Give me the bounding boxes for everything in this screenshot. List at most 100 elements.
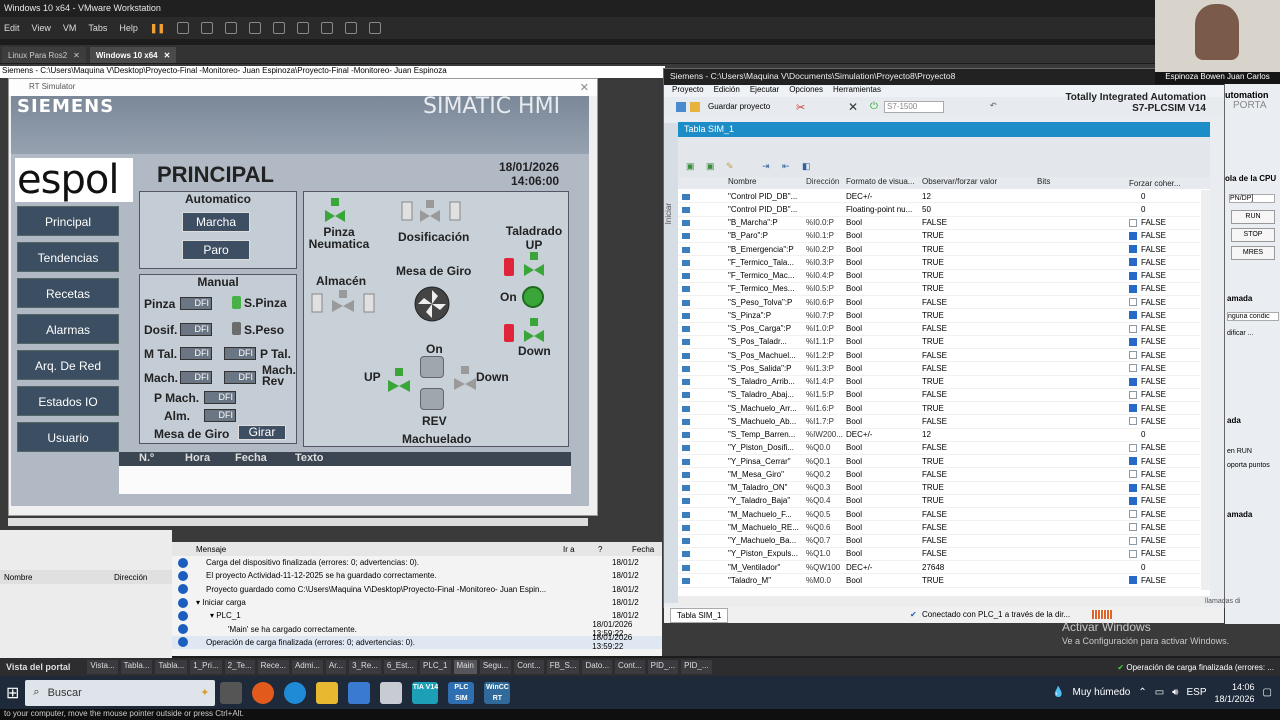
table-row[interactable]: "B_Marcha":P %I0.0:P Bool FALSE FALSE (678, 217, 1200, 230)
new-icon[interactable] (676, 102, 686, 112)
insert-icon[interactable]: ▣ (706, 161, 715, 172)
edge-icon[interactable] (284, 681, 307, 704)
message-row[interactable]: Carga del dispositivo finalizada (errore… (172, 556, 662, 569)
table-row[interactable]: "S_Pos_Taladr... %I1.1:P Bool TRUE FALSE (678, 336, 1200, 349)
table-row[interactable]: "M_Machuelo_RE... %Q0.6 Bool FALSE FALSE (678, 521, 1200, 535)
table-row[interactable]: "S_Temp_Barren... %IW200... DEC+/- 12 0 (678, 429, 1200, 442)
bit-checkbox[interactable] (1129, 311, 1137, 320)
save-project-button[interactable]: Guardar proyecto (708, 102, 770, 111)
col-direccion[interactable]: Dirección (806, 177, 846, 189)
bit-checkbox[interactable] (1129, 245, 1137, 254)
col-formato[interactable]: Formato de visua... (846, 177, 922, 189)
editor-tab[interactable]: FB_S... (546, 660, 580, 674)
store-icon[interactable] (348, 681, 371, 704)
network-icon[interactable]: ▭ (1155, 687, 1164, 698)
bit-checkbox[interactable] (1129, 523, 1137, 532)
table-row[interactable]: "Taladro_M" %M0.0 Bool TRUE FALSE (678, 574, 1200, 588)
cpu-select[interactable]: S7-1500 (884, 101, 944, 113)
table-row[interactable]: "S_Machuelo_Ab... %I1.7:P Bool FALSE FALSE (678, 415, 1200, 429)
bit-checkbox[interactable] (1129, 298, 1137, 307)
col-bits[interactable]: Bits (1037, 177, 1129, 189)
bit-checkbox[interactable] (1129, 510, 1137, 519)
p-mach-switch[interactable]: DFI (204, 391, 236, 404)
close-icon[interactable]: ✕ (580, 81, 589, 94)
status-tab[interactable]: Tabla SIM_1 (670, 608, 729, 623)
editor-tab[interactable]: Dato... (582, 660, 613, 674)
explorer-icon[interactable] (316, 681, 339, 704)
bit-checkbox[interactable] (1129, 351, 1137, 360)
table-row[interactable]: "S_Pos_Salida":P %I1.3:P Bool FALSE FALSE (678, 362, 1200, 376)
notification-icon[interactable]: ▢ (1263, 687, 1272, 698)
bit-checkbox[interactable] (1129, 284, 1137, 293)
snapshot-icon[interactable] (201, 22, 213, 34)
editor-tab[interactable]: 3_Re... (349, 660, 381, 674)
nav-arq-red[interactable]: Arq. De Red (17, 350, 119, 380)
table-row[interactable]: "F_Termico_Mes... %I0.5:P Bool TRUE FALSE (678, 283, 1200, 296)
table-row[interactable]: "Control PID_DB"... DEC+/- 12 0 (678, 190, 1200, 204)
sidebar-icon[interactable] (273, 22, 285, 34)
editor-tab[interactable]: Tabla... (155, 660, 188, 674)
menu-edit[interactable]: Edit (4, 23, 20, 33)
editor-tab[interactable]: Tabla... (120, 660, 153, 674)
editor-tab[interactable]: Rece... (257, 660, 289, 674)
bit-checkbox[interactable] (1129, 576, 1137, 585)
table-row[interactable]: "S_Peso_Tolva":P %I0.6:P Bool FALSE FALSE (678, 296, 1200, 310)
message-row[interactable]: 'Main' se ha cargado correctamente. 18/01… (172, 620, 662, 638)
dosif-switch[interactable]: DFI (180, 323, 212, 336)
message-row[interactable]: ▾ PLC_1 18/01/2 (172, 609, 662, 622)
weather-label[interactable]: Muy húmedo (1073, 687, 1131, 698)
bit-checkbox[interactable] (1129, 218, 1137, 227)
windows-icon[interactable]: ⊞ (6, 683, 19, 703)
menu-edicion[interactable]: Edición (714, 85, 740, 97)
table-row[interactable]: "M_Ventilador" %QW100 DEC+/- 27648 0 (678, 561, 1200, 575)
editor-tab[interactable]: 2_Te... (224, 660, 255, 674)
table-row[interactable]: "S_Machuelo_Arr... %I1.6:P Bool TRUE FALSE (678, 402, 1200, 416)
copilot-icon[interactable] (252, 681, 275, 704)
table-row[interactable]: "Y_Pinsa_Cerrar" %Q0.1 Bool TRUE FALSE (678, 455, 1200, 469)
alm-switch[interactable]: DFI (204, 409, 236, 422)
col-forzar[interactable]: Forzar coher... (1129, 177, 1209, 189)
menu-view[interactable]: View (32, 23, 51, 33)
menu-opciones[interactable]: Opciones (789, 85, 823, 97)
speaker-icon[interactable]: 🔊︎ (1172, 687, 1178, 698)
table-row[interactable]: "S_Taladro_Abaj... %I1.5:P Bool FALSE FALSE (678, 389, 1200, 402)
editor-tab[interactable]: PID_... (647, 660, 679, 674)
delete-icon[interactable]: ✕ (848, 100, 858, 114)
editor-tab[interactable]: Vista... (87, 660, 118, 674)
alarm-col-hora[interactable]: Hora (185, 452, 210, 464)
rt-scrollbar[interactable] (8, 518, 588, 526)
alarm-col-texto[interactable]: Texto (295, 452, 324, 464)
editor-tab[interactable]: Cont... (514, 660, 544, 674)
bit-checkbox[interactable] (1129, 377, 1137, 386)
alarm-col-no[interactable]: N.º (139, 452, 154, 464)
table-hscroll[interactable] (678, 596, 1210, 606)
table-row[interactable]: "S_Pos_Machuel... %I1.2:P Bool FALSE FALSE (678, 349, 1200, 363)
side-label[interactable]: Iniciar (664, 203, 673, 224)
bit-checkbox[interactable] (1129, 364, 1137, 373)
bit-checkbox[interactable] (1129, 404, 1137, 413)
table-row[interactable]: "Y_Piston_Dosifi... %Q0.0 Bool FALSE FALSE (678, 442, 1200, 455)
add-icon[interactable]: ▣ (686, 161, 695, 172)
expand-icon[interactable]: ▾ PLC_1 (192, 611, 612, 620)
bit-checkbox[interactable] (1129, 536, 1137, 545)
edit-icon[interactable]: ✎ (726, 161, 734, 172)
editor-tab[interactable]: Segu... (479, 660, 512, 674)
editor-tab[interactable]: 6_Est... (383, 660, 418, 674)
table-row[interactable]: "F_Termico_Mac... %I0.4:P Bool TRUE FALSE (678, 270, 1200, 283)
table-row[interactable]: "Y_Taladro_Baja" %Q0.4 Bool TRUE FALSE (678, 495, 1200, 508)
table-row[interactable]: "Control PID_DB"... Floating-point nu... 5… (678, 203, 1200, 217)
export-icon[interactable]: ⇥ (762, 161, 770, 172)
col-nombre[interactable]: Nombre (728, 177, 806, 189)
stop-button[interactable]: STOP (1231, 228, 1275, 242)
bit-checkbox[interactable] (1129, 443, 1137, 452)
table-row[interactable]: "F_Termico_Tala... %I0.3:P Bool TRUE FALSE (678, 256, 1200, 270)
language-indicator[interactable]: ESP (1186, 687, 1206, 698)
fullscreen-icon[interactable] (321, 22, 333, 34)
mach-switch[interactable]: DFI (180, 371, 212, 384)
send-keys-icon[interactable] (177, 22, 189, 34)
editor-tab[interactable]: Main (453, 660, 477, 674)
task-view-icon[interactable] (220, 681, 243, 704)
editor-tab[interactable]: Cont... (615, 660, 645, 674)
table-row[interactable]: "M_Machuelo_F... %Q0.5 Bool FALSE FALSE (678, 508, 1200, 522)
table-row[interactable]: "M_Mesa_Giro" %Q0.2 Bool FALSE FALSE (678, 468, 1200, 482)
